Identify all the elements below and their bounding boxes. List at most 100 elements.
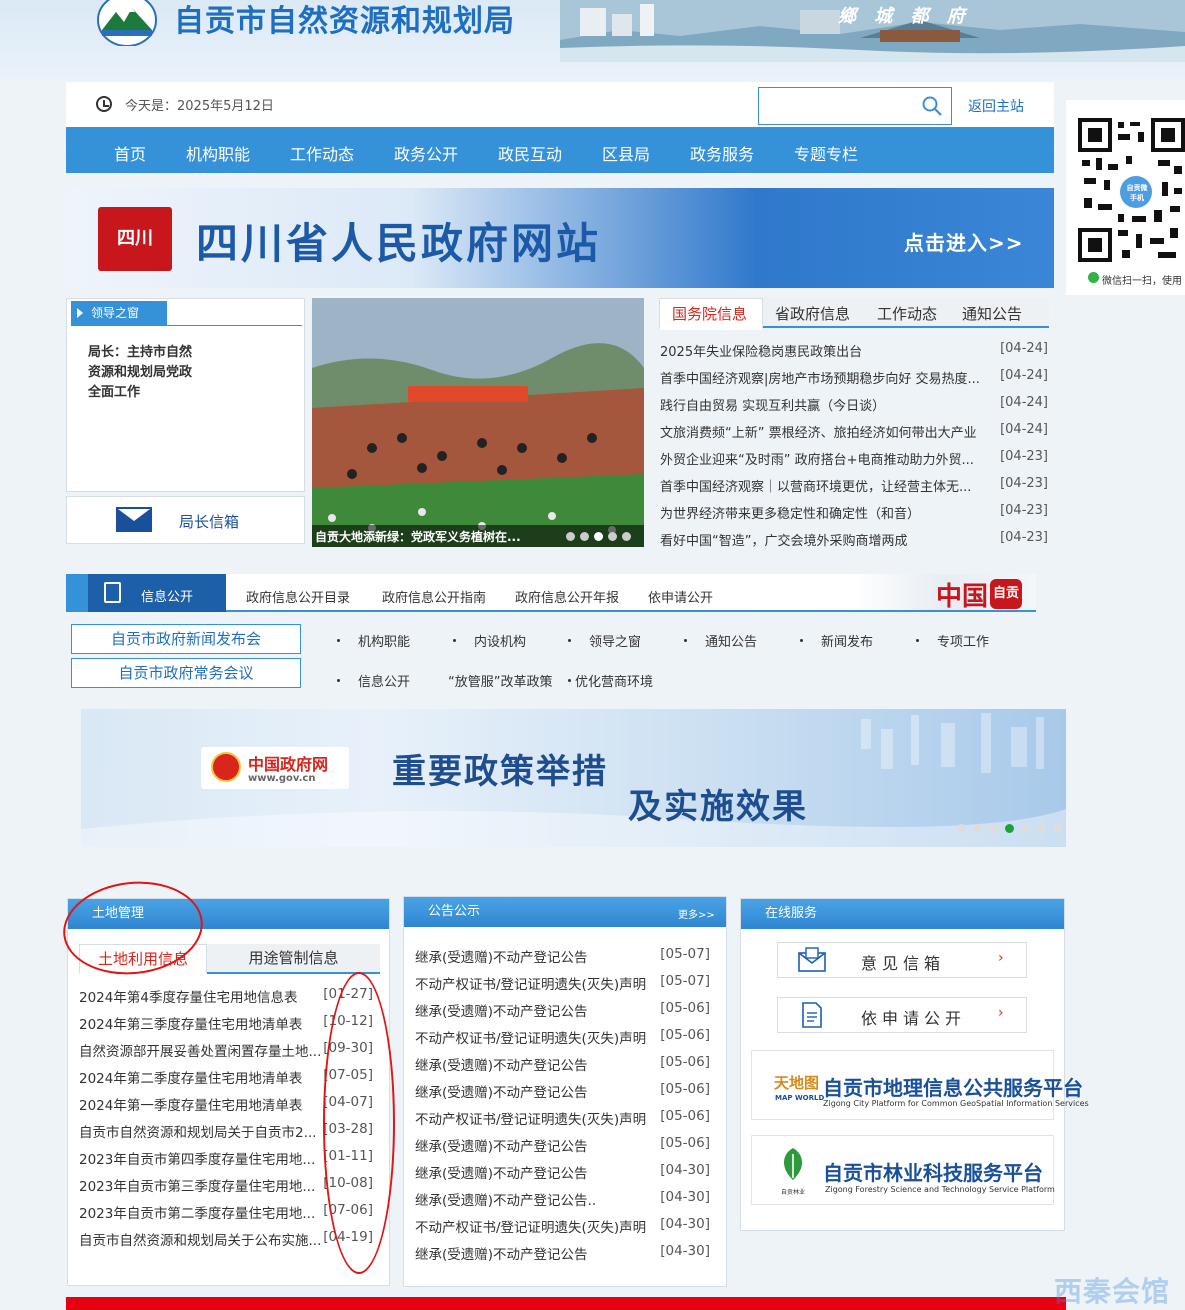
back-home-link[interactable]: 返回主站 [968,96,1024,116]
slider-dot[interactable] [957,824,966,833]
news-item[interactable]: 首季中国经济观察｜以营商环境更优，让经营主体无... [04-23] [660,476,1048,496]
leader-description[interactable]: 局长：主持市自然资源和规划局党政全面工作 [88,343,198,403]
leader-window-tab[interactable]: 领导之窗 [71,301,167,325]
list-item[interactable]: 继承(受遗赠)不动产登记公告 [05-06] [415,1000,710,1020]
news-title[interactable]: 践行自由贸易 实现互利共赢（今日谈） [660,395,998,414]
category-departments[interactable]: 内设机构 [474,631,526,650]
list-item[interactable]: 不动产权证书/登记证明遗失(灭失)声明 [05-07] [415,973,710,993]
notice-more-link[interactable]: 更多>> [678,906,715,921]
item-title[interactable]: 自贡市自然资源和规划局关于自贡市2... [79,1121,325,1141]
item-title[interactable]: 继承(受遗赠)不动产登记公告 [415,1081,655,1101]
info-link-guide[interactable]: 政府信息公开指南 [382,587,486,606]
slider-dot[interactable] [1021,824,1030,833]
tab-state-council[interactable]: 国务院信息 [672,303,747,324]
news-item[interactable]: 2025年失业保险稳岗惠民政策出台 [04-24] [660,341,1048,361]
item-title[interactable]: 继承(受遗赠)不动产登记公告.. [415,1189,655,1209]
news-item[interactable]: 外贸企业迎来“及时雨” 政府搭台+电商推动助力外贸... [04-23] [660,449,1048,469]
slider-dot[interactable] [973,824,982,833]
news-title[interactable]: 看好中国“智造”，广交会境外采购商增两成 [660,530,998,549]
category-special-work[interactable]: 专项工作 [937,631,989,650]
nav-item-functions[interactable]: 机构职能 [186,141,250,165]
list-item[interactable]: 自贡市自然资源和规划局关于公布实施... [04-19] [79,1229,373,1249]
news-item[interactable]: 文旅消费频“上新” 票根经济、旅拍经济如何带出大产业 [04-24] [660,422,1048,442]
category-reform-policy[interactable]: “放管服”改革政策 [448,671,552,690]
slider-dot[interactable] [608,532,617,541]
category-functions[interactable]: 机构职能 [358,631,410,650]
photo-caption[interactable]: 自贡大地添新绿：党政军义务植树在... [315,528,555,545]
list-item[interactable]: 继承(受遗赠)不动产登记公告 [05-06] [415,1054,710,1074]
list-item[interactable]: 继承(受遗赠)不动产登记公告.. [04-30] [415,1189,710,1209]
item-title[interactable]: 2024年第4季度存量住宅用地信息表 [79,986,325,1006]
item-title[interactable]: 继承(受遗赠)不动产登记公告 [415,1162,655,1182]
list-item[interactable]: 继承(受遗赠)不动产登记公告 [04-30] [415,1162,710,1182]
news-item[interactable]: 为世界经济带来更多稳定性和确定性（和音） [04-23] [660,503,1048,523]
news-title[interactable]: 外贸企业迎来“及时雨” 政府搭台+电商推动助力外贸... [660,449,998,468]
slider-dot[interactable] [580,532,589,541]
news-title[interactable]: 为世界经济带来更多稳定性和确定性（和音） [660,503,998,522]
news-item[interactable]: 践行自由贸易 实现互利共赢（今日谈） [04-24] [660,395,1048,415]
list-item[interactable]: 继承(受遗赠)不动产登记公告 [05-06] [415,1081,710,1101]
news-title[interactable]: 文旅消费频“上新” 票根经济、旅拍经济如何带出大产业 [660,422,998,441]
category-press[interactable]: 新闻发布 [821,631,873,650]
item-title[interactable]: 不动产权证书/登记证明遗失(灭失)声明 [415,1108,655,1128]
slider-dot-active[interactable] [594,532,603,541]
news-title[interactable]: 首季中国经济观察|房地产市场预期稳步向好 交易热度... [660,368,998,387]
search-icon[interactable] [922,96,942,116]
executive-meeting-button[interactable]: 自贡市政府常务会议 [71,658,301,688]
item-title[interactable]: 继承(受遗赠)不动产登记公告 [415,1135,655,1155]
list-item[interactable]: 继承(受遗赠)不动产登记公告 [04-30] [415,1243,710,1263]
item-title[interactable]: 自然资源部开展妥善处置闲置存量土地... [79,1040,325,1060]
list-item[interactable]: 继承(受遗赠)不动产登记公告 [05-07] [415,946,710,966]
list-item[interactable]: 不动产权证书/登记证明遗失(灭失)声明 [05-06] [415,1108,710,1128]
list-item[interactable]: 不动产权证书/登记证明遗失(灭失)声明 [04-30] [415,1216,710,1236]
slider-dot[interactable] [989,824,998,833]
news-item[interactable]: 看好中国“智造”，广交会境外采购商增两成 [04-23] [660,530,1048,550]
sichuan-enter-link[interactable]: 点击进入>> [904,227,1024,256]
item-title[interactable]: 2024年第二季度存量住宅用地清单表 [79,1067,325,1087]
tab-provincial-gov[interactable]: 省政府信息 [775,303,850,324]
list-item[interactable]: 继承(受遗赠)不动产登记公告 [05-06] [415,1135,710,1155]
item-title[interactable]: 继承(受遗赠)不动产登记公告 [415,946,655,966]
slider-dot-active[interactable] [1005,824,1014,833]
tab-use-control[interactable]: 用途管制信息 [207,944,380,972]
nav-item-services[interactable]: 政务服务 [690,141,754,165]
nav-item-work-news[interactable]: 工作动态 [290,141,354,165]
item-title[interactable]: 继承(受遗赠)不动产登记公告 [415,1243,655,1263]
category-info-open[interactable]: 信息公开 [358,671,410,690]
nav-item-home[interactable]: 首页 [114,141,146,165]
category-notices[interactable]: 通知公告 [705,631,757,650]
item-title[interactable]: 不动产权证书/登记证明遗失(灭失)声明 [415,1216,655,1236]
info-link-annual-report[interactable]: 政府信息公开年报 [515,587,619,606]
nav-item-interaction[interactable]: 政民互动 [498,141,562,165]
press-conference-button[interactable]: 自贡市政府新闻发布会 [71,624,301,654]
search-input[interactable] [764,92,914,120]
nav-item-districts[interactable]: 区县局 [602,141,650,165]
item-title[interactable]: 2024年第一季度存量住宅用地清单表 [79,1094,325,1114]
list-item[interactable]: 不动产权证书/登记证明遗失(灭失)声明 [05-06] [415,1027,710,1047]
slider-dot[interactable] [566,532,575,541]
list-item[interactable]: 2024年第三季度存量住宅用地清单表 [10-12] [79,1013,373,1033]
category-leaders[interactable]: 领导之窗 [589,631,641,650]
news-title[interactable]: 2025年失业保险稳岗惠民政策出台 [660,341,998,360]
list-item[interactable]: 2024年第4季度存量住宅用地信息表 [01-27] [79,986,373,1006]
tab-work-news[interactable]: 工作动态 [877,303,937,324]
item-title[interactable]: 继承(受遗赠)不动产登记公告 [415,1054,655,1074]
item-title[interactable]: 继承(受遗赠)不动产登记公告 [415,1000,655,1020]
news-item[interactable]: 首季中国经济观察|房地产市场预期稳步向好 交易热度... [04-24] [660,368,1048,388]
item-title[interactable]: 2023年自贡市第四季度存量住宅用地... [79,1148,325,1168]
tab-notices[interactable]: 通知公告 [962,303,1022,324]
nav-item-topics[interactable]: 专题专栏 [794,141,858,165]
news-photo-slider[interactable] [312,298,644,547]
item-title[interactable]: 2023年自贡市第二季度存量住宅用地... [79,1202,325,1222]
nav-item-gov-affairs[interactable]: 政务公开 [394,141,458,165]
item-title[interactable]: 不动产权证书/登记证明遗失(灭失)声明 [415,1027,655,1047]
category-business-env[interactable]: 优化营商环境 [575,671,653,690]
news-title[interactable]: 首季中国经济观察｜以营商环境更优，让经营主体无... [660,476,998,495]
slider-dot[interactable] [1053,824,1062,833]
item-title[interactable]: 不动产权证书/登记证明遗失(灭失)声明 [415,973,655,993]
item-title[interactable]: 2023年自贡市第三季度存量住宅用地... [79,1175,325,1195]
slider-dot[interactable] [622,532,631,541]
item-title[interactable]: 2024年第三季度存量住宅用地清单表 [79,1013,325,1033]
info-link-apply[interactable]: 依申请公开 [648,587,713,606]
item-title[interactable]: 自贡市自然资源和规划局关于公布实施... [79,1229,325,1249]
